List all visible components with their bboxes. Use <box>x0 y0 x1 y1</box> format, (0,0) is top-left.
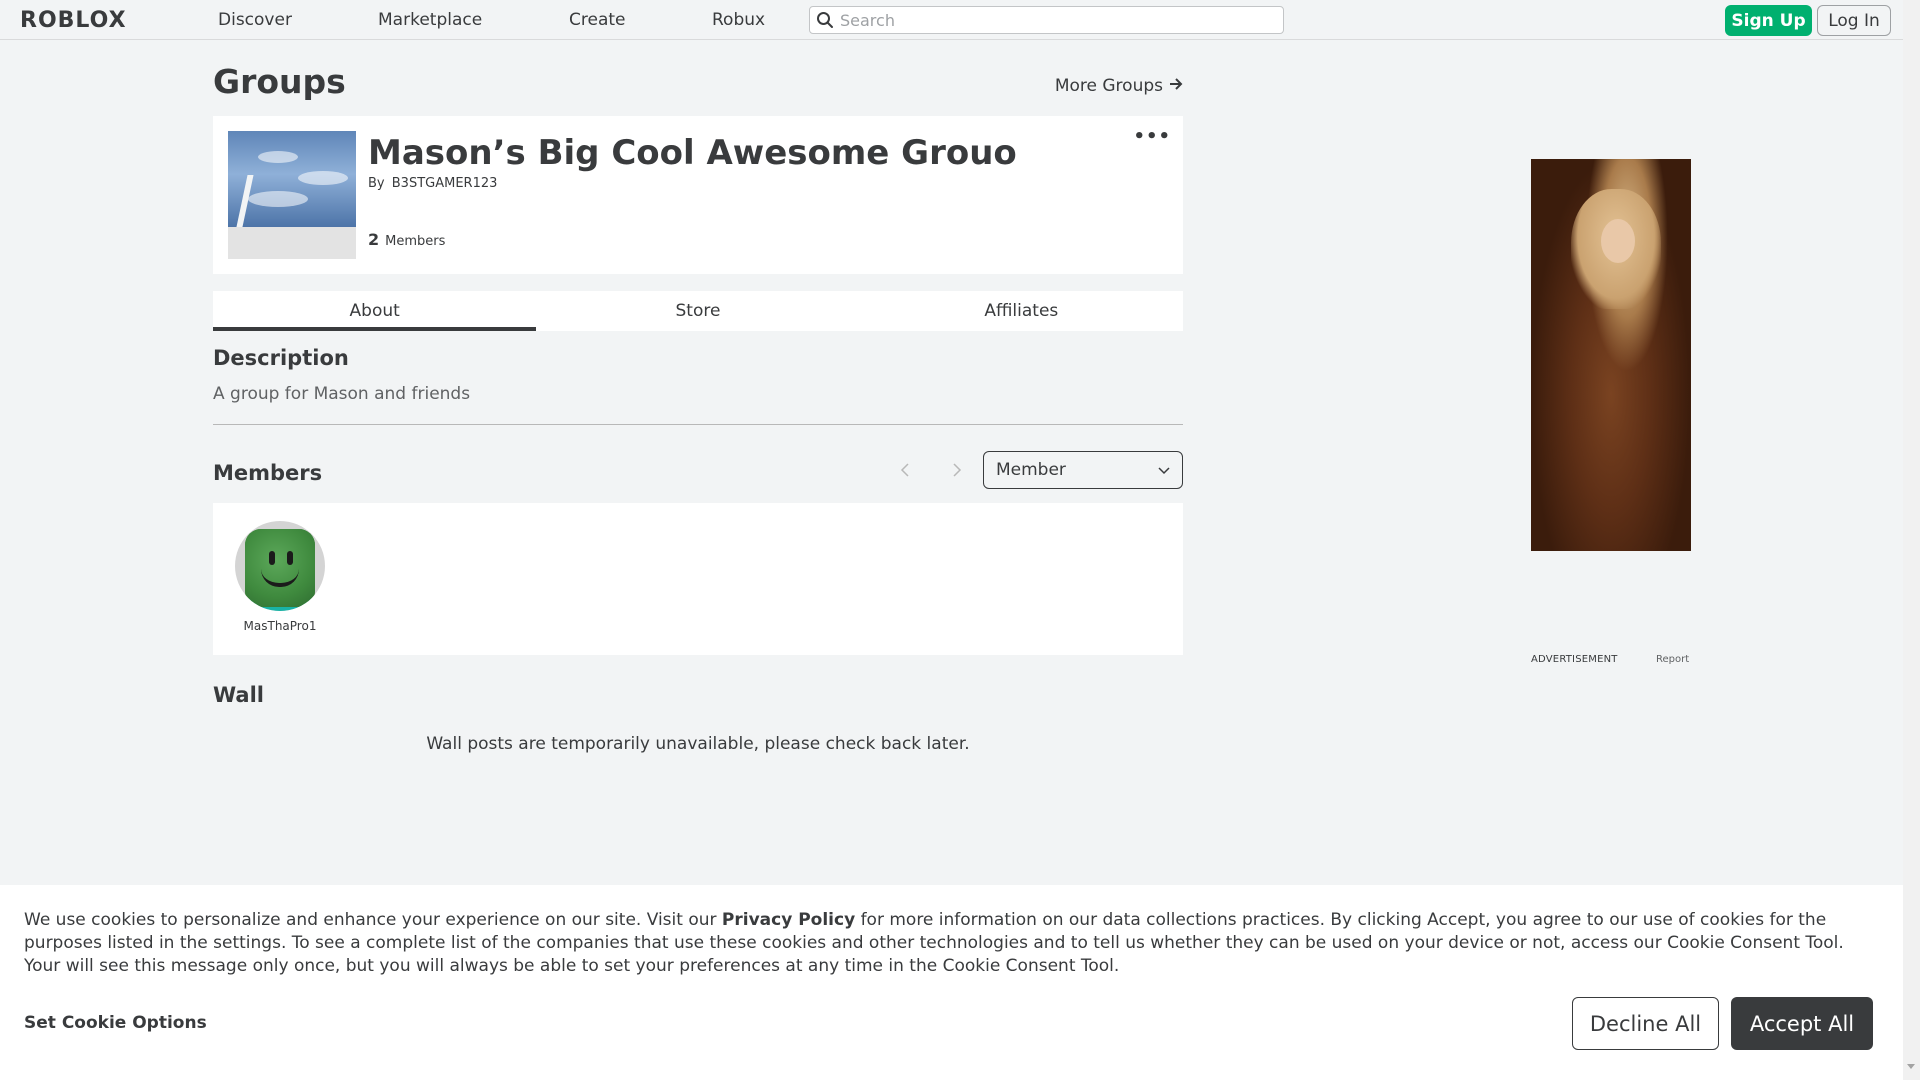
more-options-icon[interactable]: ••• <box>1133 126 1171 147</box>
chevron-right-icon[interactable] <box>945 458 969 482</box>
group-emblem <box>228 131 356 259</box>
cookie-banner: We use cookies to personalize and enhanc… <box>0 885 1903 1080</box>
members-list: MasThaPro1 <box>213 503 1183 655</box>
top-navigation-bar: ROBLOX Discover Marketplace Create Robux… <box>0 0 1903 40</box>
role-dropdown[interactable]: Member <box>983 451 1183 489</box>
cookie-text-before: We use cookies to personalize and enhanc… <box>24 910 722 930</box>
advertisement-image[interactable] <box>1531 159 1691 551</box>
tab-affiliates[interactable]: Affiliates <box>860 291 1183 331</box>
group-header-card: Mason’s Big Cool Awesome Grouo By B3STGA… <box>213 116 1183 274</box>
report-ad-link[interactable]: Report <box>1656 654 1689 665</box>
avatar[interactable] <box>235 521 325 611</box>
search-icon <box>810 11 840 29</box>
vertical-scrollbar[interactable] <box>1903 0 1920 1080</box>
group-name: Mason’s Big Cool Awesome Grouo <box>368 133 1017 173</box>
privacy-policy-link[interactable]: Privacy Policy <box>722 910 855 930</box>
advertisement-label: ADVERTISEMENT <box>1531 654 1618 665</box>
search-input[interactable] <box>840 10 1270 30</box>
description-text: A group for Mason and friends <box>213 384 471 404</box>
member-name[interactable]: MasThaPro1 <box>244 619 317 633</box>
arrow-right-icon <box>1169 76 1183 96</box>
more-groups-link[interactable]: More Groups <box>1055 76 1183 96</box>
wall-unavailable-message: Wall posts are temporarily unavailable, … <box>426 734 970 754</box>
tab-store[interactable]: Store <box>536 291 859 331</box>
owner-link[interactable]: B3STGAMER123 <box>392 176 498 191</box>
divider <box>213 424 1183 425</box>
member-count: 2 Members <box>368 230 445 249</box>
role-selected-value: Member <box>996 460 1066 480</box>
search-box <box>809 6 1284 34</box>
decline-all-button[interactable]: Decline All <box>1572 997 1719 1050</box>
wall-heading: Wall <box>213 683 264 707</box>
nav-robux[interactable]: Robux <box>712 10 765 30</box>
cookie-message: We use cookies to personalize and enhanc… <box>24 909 1884 978</box>
accept-all-button[interactable]: Accept All <box>1731 997 1873 1050</box>
description-heading: Description <box>213 346 349 370</box>
log-in-button[interactable]: Log In <box>1817 5 1891 36</box>
member-count-label: Members <box>385 234 446 249</box>
member-card[interactable]: MasThaPro1 <box>235 521 325 633</box>
chevron-down-icon <box>1158 460 1170 480</box>
scroll-down-arrow-icon[interactable] <box>1907 1064 1915 1069</box>
nav-marketplace[interactable]: Marketplace <box>378 10 482 30</box>
nav-create[interactable]: Create <box>569 10 626 30</box>
tab-about[interactable]: About <box>213 291 537 331</box>
member-count-value: 2 <box>368 230 380 249</box>
roblox-logo[interactable]: ROBLOX <box>20 8 127 33</box>
by-label: By <box>368 176 385 191</box>
sign-up-button[interactable]: Sign Up <box>1725 5 1812 36</box>
group-tabs: About Store Affiliates <box>213 291 1183 331</box>
chevron-left-icon[interactable] <box>893 458 917 482</box>
more-groups-label: More Groups <box>1054 76 1163 96</box>
group-owner: By B3STGAMER123 <box>368 176 497 191</box>
set-cookie-options-link[interactable]: Set Cookie Options <box>24 1013 207 1033</box>
members-heading: Members <box>213 461 323 485</box>
page-title: Groups <box>213 62 346 101</box>
nav-discover[interactable]: Discover <box>218 10 292 30</box>
